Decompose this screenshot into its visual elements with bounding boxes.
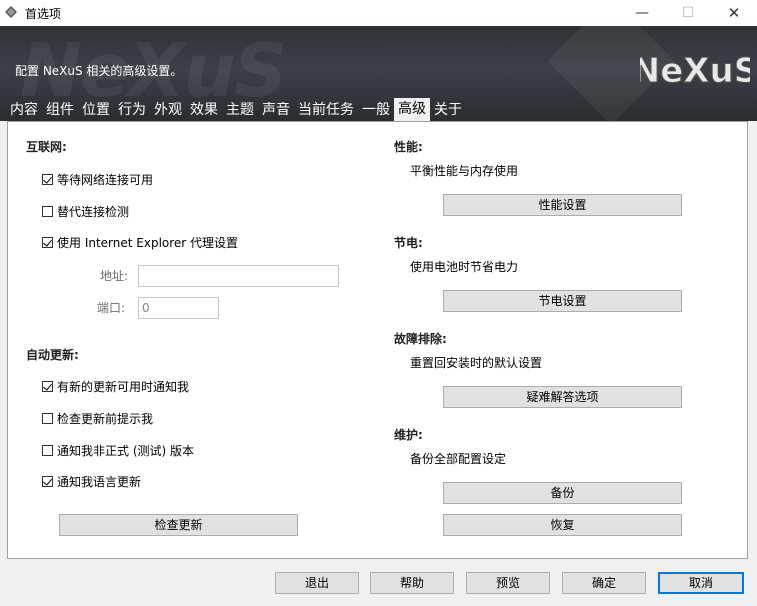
svg-text:NeXuS: NeXuS xyxy=(640,51,750,91)
tab-about[interactable]: 关于 xyxy=(430,100,466,121)
tab-components[interactable]: 组件 xyxy=(42,100,78,121)
address-input[interactable] xyxy=(138,265,339,287)
troubleshoot-section-title: 故障排除: xyxy=(394,332,447,346)
alt-detect-checkbox-box[interactable] xyxy=(42,206,53,217)
tab-position[interactable]: 位置 xyxy=(78,100,114,121)
use-ie-proxy-checkbox[interactable]: 使用 Internet Explorer 代理设置 xyxy=(42,234,238,251)
notify-new-checkbox[interactable]: 有新的更新可用时通知我 xyxy=(42,378,189,395)
prompt-before-checkbox-box[interactable] xyxy=(42,413,53,424)
exit-button[interactable]: 退出 xyxy=(275,572,359,594)
notify-new-checkbox-box[interactable] xyxy=(42,381,53,392)
power-value: 使用电池时节省电力 xyxy=(410,260,519,274)
maximize-button[interactable]: ☐ xyxy=(665,0,711,26)
tab-current-tasks[interactable]: 当前任务 xyxy=(294,100,358,121)
preview-button[interactable]: 预览 xyxy=(466,572,550,594)
tab-general[interactable]: 一般 xyxy=(358,100,394,121)
tab-effects[interactable]: 效果 xyxy=(186,100,222,121)
power-settings-button[interactable]: 节电设置 xyxy=(443,290,682,312)
close-button[interactable]: ✕ xyxy=(711,0,757,26)
power-section-title: 节电: xyxy=(394,236,423,250)
cancel-button[interactable]: 取消 xyxy=(658,572,744,594)
troubleshoot-value: 重置回安装时的默认设置 xyxy=(410,356,543,370)
banner-tagline: 配置 NeXuS 相关的高级设置。 xyxy=(15,64,183,78)
internet-section-title: 互联网: xyxy=(26,140,67,154)
notify-beta-checkbox-box[interactable] xyxy=(42,445,53,456)
wait-network-label: 等待网络连接可用 xyxy=(57,173,154,187)
window-title: 首选项 xyxy=(25,7,62,21)
wait-network-checkbox[interactable]: 等待网络连接可用 xyxy=(42,171,153,188)
advanced-settings-panel: 互联网: 等待网络连接可用 替代连接检测 使用 Internet Explore… xyxy=(7,121,748,559)
address-label: 地址: xyxy=(100,269,129,283)
notify-beta-label: 通知我非正式 (测试) 版本 xyxy=(57,444,194,458)
tab-bar: 内容 组件 位置 行为 外观 效果 主题 声音 当前任务 一般 高级 关于 xyxy=(6,98,466,121)
updates-section-title: 自动更新: xyxy=(26,348,79,362)
performance-settings-button[interactable]: 性能设置 xyxy=(443,194,682,216)
alt-detect-checkbox[interactable]: 替代连接检测 xyxy=(42,203,129,220)
performance-section-title: 性能: xyxy=(394,140,423,154)
notify-lang-checkbox[interactable]: 通知我语言更新 xyxy=(42,473,141,490)
prompt-before-checkbox[interactable]: 检查更新前提示我 xyxy=(42,410,153,427)
help-button[interactable]: 帮助 xyxy=(370,572,454,594)
port-input[interactable]: 0 xyxy=(138,297,219,319)
tab-advanced[interactable]: 高级 xyxy=(394,98,430,121)
tab-behavior[interactable]: 行为 xyxy=(114,100,150,121)
tab-themes[interactable]: 主题 xyxy=(222,100,258,121)
notify-lang-checkbox-box[interactable] xyxy=(42,476,53,487)
backup-button[interactable]: 备份 xyxy=(443,482,682,504)
troubleshoot-options-button[interactable]: 疑难解答选项 xyxy=(443,386,682,408)
check-updates-button[interactable]: 检查更新 xyxy=(59,514,298,536)
tab-sounds[interactable]: 声音 xyxy=(258,100,294,121)
minimize-button[interactable]: — xyxy=(619,0,665,26)
wait-network-checkbox-box[interactable] xyxy=(42,174,53,185)
performance-value: 平衡性能与内存使用 xyxy=(410,164,519,178)
port-label: 端口: xyxy=(97,301,126,315)
prompt-before-label: 检查更新前提示我 xyxy=(57,412,154,426)
notify-lang-label: 通知我语言更新 xyxy=(57,475,142,489)
app-icon xyxy=(5,6,17,18)
notify-new-label: 有新的更新可用时通知我 xyxy=(57,380,190,394)
restore-button[interactable]: 恢复 xyxy=(443,514,682,536)
ok-button[interactable]: 确定 xyxy=(562,572,646,594)
title-bar: 首选项 — ☐ ✕ xyxy=(0,0,757,26)
tab-appearance[interactable]: 外观 xyxy=(150,100,186,121)
maintenance-value: 备份全部配置设定 xyxy=(410,452,507,466)
maintenance-section-title: 维护: xyxy=(394,428,423,442)
use-ie-proxy-checkbox-box[interactable] xyxy=(42,237,53,248)
use-ie-proxy-label: 使用 Internet Explorer 代理设置 xyxy=(57,236,239,250)
alt-detect-label: 替代连接检测 xyxy=(57,205,130,219)
nexus-logo: NeXuS xyxy=(640,51,750,92)
header-banner: NeXuS 配置 NeXuS 相关的高级设置。 NeXuS 内容 组件 位置 行为 外观… xyxy=(0,26,757,121)
notify-beta-checkbox[interactable]: 通知我非正式 (测试) 版本 xyxy=(42,442,194,459)
tab-content[interactable]: 内容 xyxy=(6,100,42,121)
